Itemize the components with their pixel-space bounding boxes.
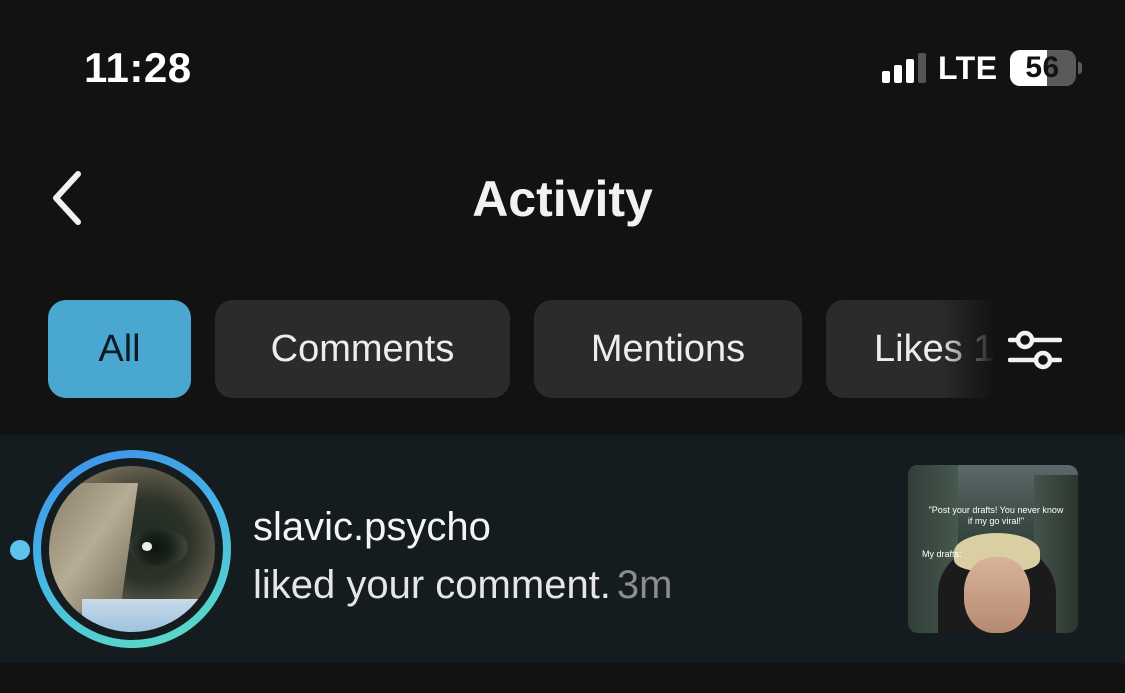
thumbnail-caption-side: My drafts: xyxy=(922,549,962,559)
tab-label: Comments xyxy=(270,327,455,370)
tab-label: Mentions xyxy=(590,327,746,370)
tab-label: All xyxy=(98,327,141,370)
unread-indicator xyxy=(10,540,30,560)
list-bottom-area xyxy=(0,663,1125,693)
filter-button[interactable] xyxy=(1000,320,1070,380)
battery-icon: 56 xyxy=(1009,50,1076,86)
filter-tabs: All Comments Mentions Likes 1 xyxy=(0,300,1125,400)
activity-timestamp: 3m xyxy=(616,563,673,607)
activity-action-text: liked your comment. xyxy=(253,563,611,607)
battery-cap xyxy=(1077,62,1082,74)
signal-icon xyxy=(882,53,926,83)
battery-percent: 56 xyxy=(1025,51,1060,84)
status-indicators: LTE 56 xyxy=(882,50,1082,86)
status-time: 11:28 xyxy=(84,44,192,91)
activity-list-item[interactable]: slavic.psycho liked your comment. 3m "Pos… xyxy=(0,435,1125,663)
activity-username[interactable]: slavic.psycho xyxy=(253,505,491,550)
activity-screen: 11:28 LTE 56 Activity All Comments Menti… xyxy=(0,0,1125,693)
thumbnail-caption: "Post your drafts! You never know if my … xyxy=(928,505,1064,526)
network-type: LTE xyxy=(938,49,998,86)
tab-mentions[interactable]: Mentions xyxy=(534,300,802,398)
avatar-story-ring[interactable] xyxy=(33,450,231,648)
video-thumbnail[interactable]: "Post your drafts! You never know if my … xyxy=(908,465,1078,633)
activity-description: liked your comment. 3m xyxy=(253,563,673,608)
tab-all[interactable]: All xyxy=(48,300,191,398)
page-title: Activity xyxy=(472,171,653,227)
sliders-icon xyxy=(1008,330,1062,370)
tab-comments[interactable]: Comments xyxy=(215,300,510,398)
avatar xyxy=(49,466,215,632)
